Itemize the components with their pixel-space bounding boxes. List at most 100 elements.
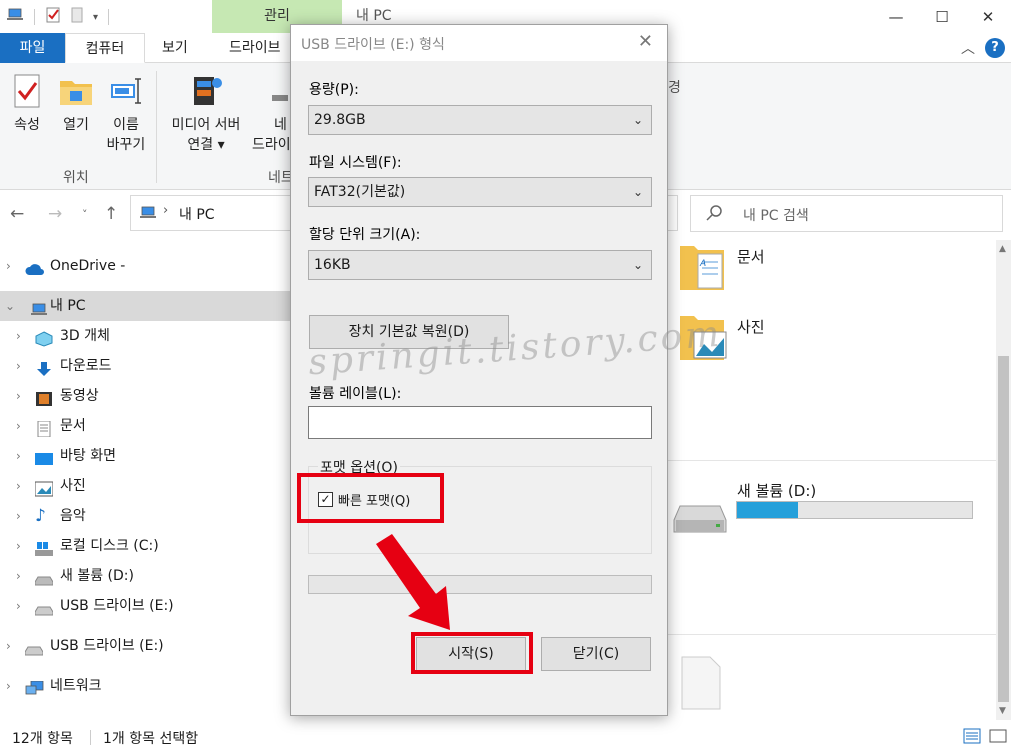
collapse-ribbon-icon[interactable]: ︿ — [961, 38, 975, 58]
expand-chevron-icon[interactable]: › — [16, 531, 21, 561]
new-folder-icon[interactable] — [71, 7, 83, 27]
expand-chevron-icon[interactable]: › — [16, 351, 21, 381]
media-server-icon — [188, 73, 224, 109]
tree-item-pictures[interactable]: › 사진 — [0, 471, 296, 501]
tab-drive-tools[interactable]: 드라이브 — [215, 33, 295, 63]
allocation-label: 할당 단위 크기(A): — [309, 227, 421, 243]
cube-icon — [35, 328, 53, 347]
tree-item-label: 네트워크 — [50, 678, 102, 694]
window-controls: — ☐ ✕ — [873, 0, 1011, 33]
expand-chevron-icon[interactable]: › — [16, 321, 21, 351]
tree-item-label: 바탕 화면 — [60, 448, 116, 464]
pc-icon[interactable] — [6, 8, 24, 26]
rename-button[interactable]: 이름 바꾸기 — [104, 73, 148, 155]
folder-name-documents[interactable]: 문서 — [737, 246, 765, 267]
tree-item-usb-drive-root[interactable]: › USB 드라이브 (E:) — [0, 631, 296, 661]
tree-item-3d-objects[interactable]: › 3D 개체 — [0, 321, 296, 351]
tab-file[interactable]: 파일 — [0, 33, 65, 63]
expand-chevron-icon[interactable]: › — [6, 251, 11, 281]
separator — [90, 730, 91, 745]
usb-media-icon[interactable] — [680, 655, 722, 711]
folder-name-pictures[interactable]: 사진 — [737, 316, 765, 337]
dialog-close-icon[interactable]: ✕ — [638, 31, 653, 52]
desktop-icon — [35, 448, 53, 465]
tree-item-usb-drive-e[interactable]: › USB 드라이브 (E:) — [0, 591, 296, 621]
expand-chevron-icon[interactable]: › — [6, 631, 11, 661]
filesystem-select[interactable]: FAT32(기본값) ⌄ — [308, 177, 652, 207]
chevron-down-icon: ⌄ — [632, 113, 643, 127]
cloud-icon — [24, 258, 44, 275]
search-box[interactable]: 내 PC 검색 — [690, 195, 1003, 232]
close-dialog-button[interactable]: 닫기(C) — [541, 637, 651, 671]
breadcrumb-item[interactable]: 내 PC — [179, 204, 215, 224]
scroll-down-icon[interactable]: ▼ — [999, 706, 1006, 716]
tree-item-local-disk-c[interactable]: › 로컬 디스크 (C:) — [0, 531, 296, 561]
tab-computer[interactable]: 컴퓨터 — [65, 33, 145, 63]
help-icon[interactable]: ? — [985, 38, 1005, 58]
filesystem-value: FAT32(기본값) — [314, 184, 406, 200]
tree-item-documents[interactable]: › 문서 — [0, 411, 296, 441]
content-scrollbar[interactable]: ▲ ▼ — [996, 240, 1011, 720]
windows-drive-icon — [35, 538, 53, 556]
open-label: 열기 — [63, 117, 89, 133]
recent-locations-icon[interactable]: ˅ — [82, 208, 88, 221]
documents-folder-icon[interactable]: A — [680, 240, 724, 290]
search-input[interactable]: 내 PC 검색 — [743, 205, 809, 225]
network-drive-icon — [272, 73, 292, 109]
navigation-pane: › OneDrive - ⌄ 내 PC › 3D 개체 › 다운로드 › 동영상… — [0, 246, 296, 720]
expand-chevron-icon[interactable]: › — [16, 501, 21, 531]
rename-label-2: 바꾸기 — [106, 137, 146, 153]
tab-view[interactable]: 보기 — [148, 33, 202, 63]
expand-chevron-icon[interactable]: › — [16, 381, 21, 411]
tree-item-network[interactable]: › 네트워크 — [0, 671, 296, 701]
tree-item-desktop[interactable]: › 바탕 화면 — [0, 441, 296, 471]
volume-name-d[interactable]: 새 볼륨 (D:) — [737, 480, 816, 501]
search-icon — [705, 204, 723, 226]
minimize-button[interactable]: — — [873, 0, 919, 33]
maximize-button[interactable]: ☐ — [919, 0, 965, 33]
tree-item-this-pc[interactable]: ⌄ 내 PC — [0, 291, 296, 321]
expand-chevron-icon[interactable]: › — [16, 471, 21, 501]
hard-drive-icon[interactable] — [672, 500, 728, 536]
tree-item-downloads[interactable]: › 다운로드 — [0, 351, 296, 381]
capacity-select[interactable]: 29.8GB ⌄ — [308, 105, 652, 135]
back-arrow-icon[interactable]: ← — [10, 204, 24, 224]
open-button[interactable]: 열기 — [56, 73, 96, 135]
up-arrow-icon[interactable]: ↑ — [104, 204, 118, 224]
scroll-thumb[interactable] — [998, 356, 1009, 702]
expand-chevron-icon[interactable]: › — [16, 591, 21, 621]
breadcrumb-chevron-icon[interactable]: › — [163, 203, 168, 218]
expand-chevron-icon[interactable]: › — [16, 441, 21, 471]
close-button[interactable]: ✕ — [965, 0, 1011, 33]
customize-dropdown-icon[interactable]: ▾ — [93, 12, 98, 23]
allocation-select[interactable]: 16KB ⌄ — [308, 250, 652, 280]
properties-button[interactable]: 속성 — [8, 73, 46, 135]
media-server-label-1: 미디어 서버 — [171, 117, 241, 133]
details-view-icon[interactable] — [963, 728, 981, 748]
status-bar: 12개 항목 1개 항목 선택함 — [0, 724, 1011, 750]
scroll-up-icon[interactable]: ▲ — [999, 244, 1006, 254]
tree-item-onedrive[interactable]: › OneDrive - — [0, 251, 296, 281]
large-icons-view-icon[interactable] — [989, 728, 1007, 748]
expand-chevron-icon[interactable]: › — [6, 671, 11, 701]
tree-item-label: USB 드라이브 (E:) — [60, 598, 174, 614]
tree-item-videos[interactable]: › 동영상 — [0, 381, 296, 411]
ribbon-separator — [156, 71, 157, 183]
expand-chevron-icon[interactable]: › — [16, 561, 21, 591]
separator — [34, 9, 35, 25]
expand-chevron-icon[interactable]: › — [16, 411, 21, 441]
volume-label-input[interactable] — [308, 406, 652, 439]
media-server-button[interactable]: 미디어 서버 연결 ▾ — [163, 73, 249, 155]
tree-item-music[interactable]: › ♪ 음악 — [0, 501, 296, 531]
forward-arrow-icon[interactable]: → — [48, 204, 62, 224]
quick-access-toolbar: ▾ — [6, 7, 110, 27]
network-drive-label-1: 네 — [274, 117, 287, 133]
media-server-label-2: 연결 ▾ — [187, 137, 225, 153]
chevron-down-icon: ⌄ — [632, 258, 643, 272]
map-network-drive-button[interactable]: 네 드라이 — [252, 73, 292, 155]
tree-item-volume-d[interactable]: › 새 볼륨 (D:) — [0, 561, 296, 591]
dialog-title: USB 드라이브 (E:) 형식 — [301, 37, 445, 53]
tree-item-label: 동영상 — [60, 388, 99, 404]
properties-check-icon[interactable] — [45, 7, 61, 27]
collapse-chevron-icon[interactable]: ⌄ — [5, 291, 15, 321]
